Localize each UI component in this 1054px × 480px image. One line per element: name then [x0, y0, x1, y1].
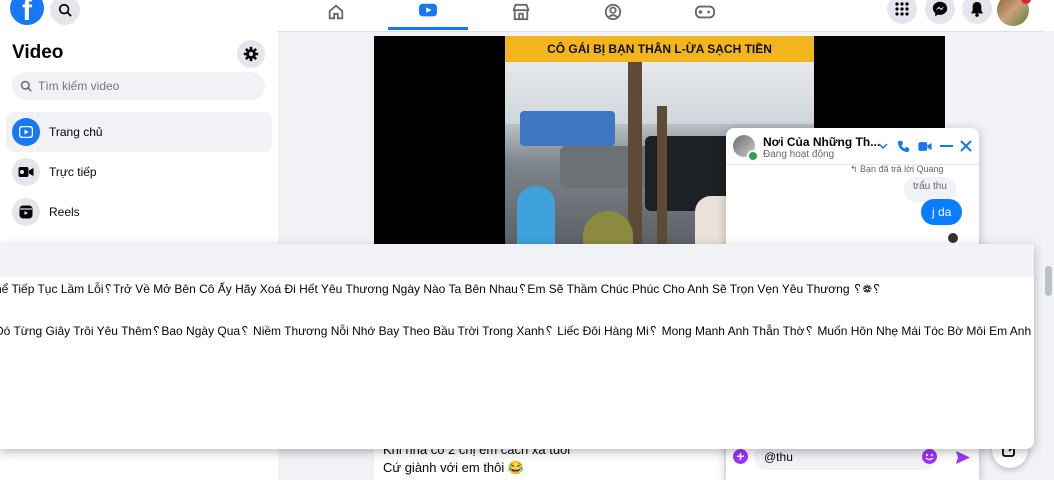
profile-avatar[interactable]	[997, 0, 1031, 26]
video-call-icon[interactable]	[917, 138, 933, 154]
reply-note: ↰ Bạn đã trả lời Quang	[850, 164, 944, 174]
notification-badge	[1021, 0, 1031, 4]
notifications-button[interactable]	[962, 0, 992, 24]
video-tree	[657, 106, 667, 248]
tab-home[interactable]	[296, 0, 376, 30]
phone-icon[interactable]	[895, 138, 911, 154]
grid-menu-icon	[895, 2, 909, 16]
gaming-icon	[695, 5, 715, 19]
messenger-button[interactable]	[925, 0, 955, 24]
message-bubble[interactable]: j da	[921, 199, 963, 225]
video-bush	[583, 211, 633, 248]
marketplace-icon	[512, 3, 530, 21]
page-scrollbar[interactable]	[1043, 31, 1054, 480]
video-title-banner: CÔ GÁI BỊ BẠN THÂN L-ỪA SẠCH TIỀN	[505, 36, 814, 62]
video-search-input[interactable]	[36, 78, 260, 94]
plus-icon[interactable]: +	[733, 449, 748, 464]
chevron-down-icon[interactable]	[875, 138, 891, 154]
play-icon	[12, 118, 40, 146]
menu-button[interactable]	[887, 0, 917, 24]
page-title: Video	[12, 42, 64, 63]
video-tree	[628, 62, 642, 248]
sidebar-item-label: Trang chủ	[49, 125, 103, 139]
online-status-dot	[747, 150, 759, 162]
sidebar-item-live[interactable]: Trực tiếp	[6, 152, 272, 192]
search-icon	[20, 80, 32, 92]
suggestion-item[interactable]: Đó Từng Giây Trôi Yêu Thêm␦Bao Ngày Qua␦…	[0, 324, 1034, 339]
scrollbar-thumb[interactable]	[1045, 266, 1052, 296]
sidebar-item-label: Trực tiếp	[49, 165, 97, 179]
minimize-icon[interactable]	[938, 138, 954, 154]
chat-status: Đang hoạt động	[763, 149, 835, 160]
search-icon	[58, 3, 72, 17]
tab-marketplace[interactable]	[481, 0, 561, 30]
message-input-value: @thu	[764, 450, 793, 464]
search-button[interactable]	[50, 0, 80, 25]
video-person	[517, 186, 555, 248]
facebook-logo[interactable]: f	[10, 0, 44, 27]
live-camera-icon	[12, 158, 40, 186]
send-icon[interactable]	[954, 448, 972, 466]
tab-gaming[interactable]	[665, 0, 745, 30]
seen-avatar	[948, 233, 958, 243]
chat-header[interactable]: Nơi Của Những Th... Đang hoạt động	[726, 128, 979, 165]
panel-header	[0, 244, 1034, 277]
emoji-icon[interactable]	[922, 449, 937, 464]
comment-text: Cứ giành với em thôi 😂	[383, 460, 525, 475]
groups-icon	[604, 3, 622, 21]
chat-name[interactable]: Nơi Của Những Th...	[763, 135, 880, 149]
sidebar-item-home[interactable]: Trang chủ	[6, 112, 272, 152]
video-search-box[interactable]	[12, 72, 265, 100]
close-icon[interactable]	[958, 138, 974, 154]
bell-icon	[970, 2, 984, 17]
suggestion-panel: hể Tiếp Tục Lầm Lỗi␦Trở Về Mở Bên Cô Ấy …	[0, 244, 1034, 449]
suggestion-item[interactable]: hể Tiếp Tục Lầm Lỗi␦Trở Về Mở Bên Cô Ấy …	[0, 282, 882, 297]
video-bus	[520, 111, 615, 146]
tab-video[interactable]	[388, 0, 468, 30]
gear-icon	[243, 46, 259, 62]
reels-icon	[12, 198, 40, 226]
tab-groups[interactable]	[573, 0, 653, 30]
home-icon	[328, 4, 344, 20]
messenger-icon	[932, 1, 948, 17]
top-navigation-bar: f	[0, 0, 1054, 32]
video-icon	[419, 3, 437, 16]
settings-button[interactable]	[237, 40, 265, 68]
sidebar-item-reels[interactable]: Reels	[6, 192, 272, 232]
sidebar-item-label: Reels	[49, 205, 80, 219]
